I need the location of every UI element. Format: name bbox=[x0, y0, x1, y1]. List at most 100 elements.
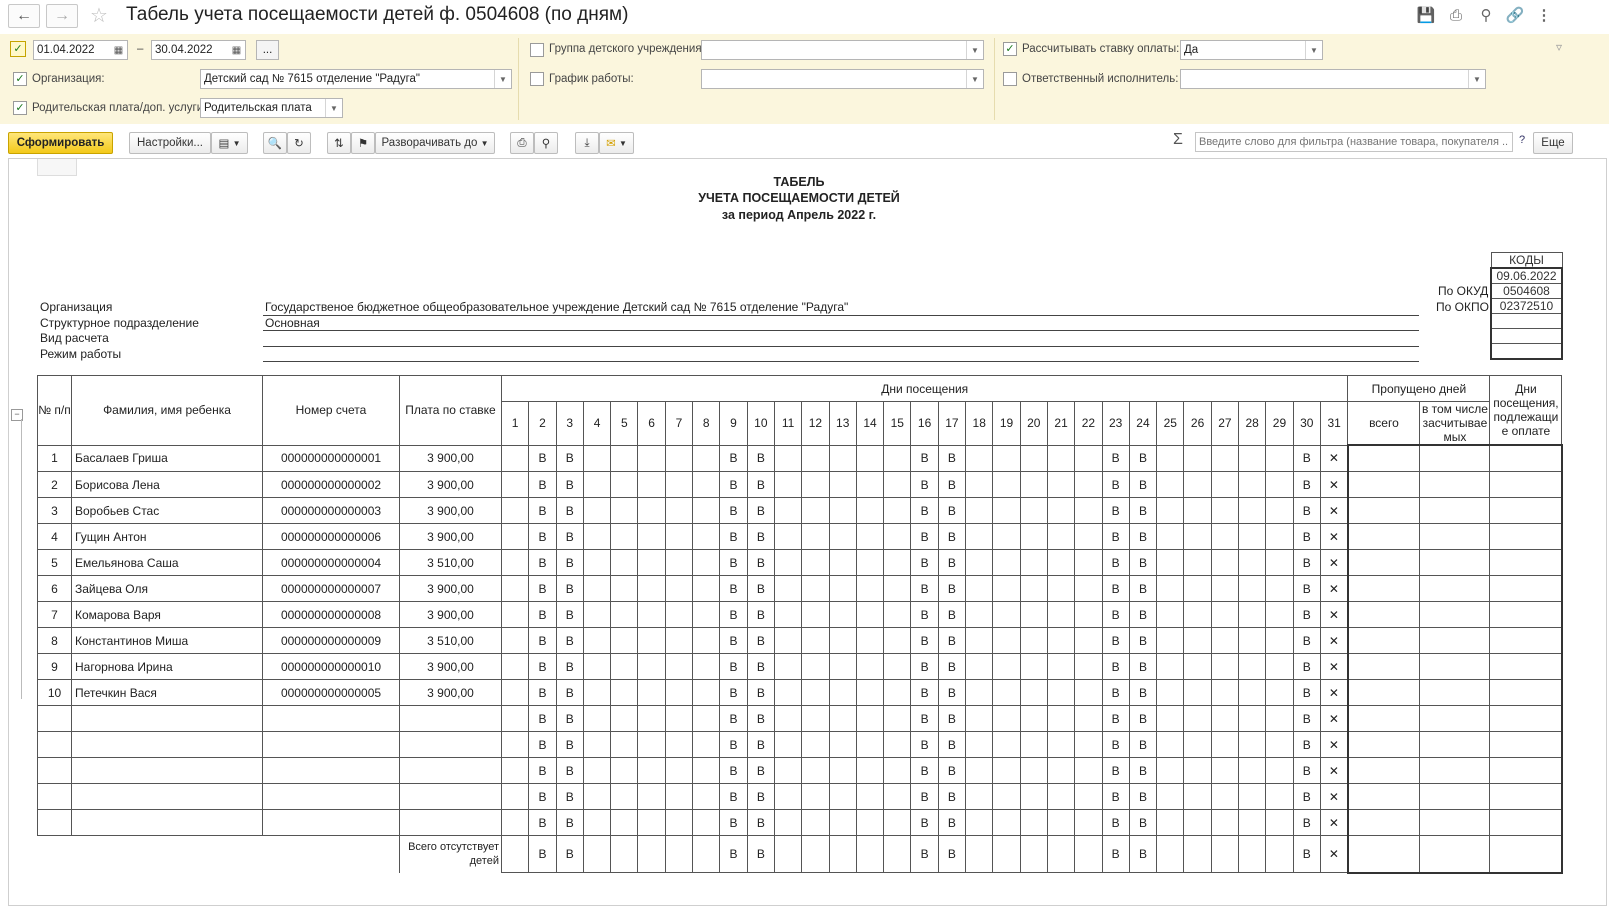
chevron-down-icon[interactable]: ▼ bbox=[1305, 41, 1322, 59]
parent-fee-select[interactable]: Родительская плата ▼ bbox=[200, 98, 343, 118]
sum-icon[interactable]: Σ bbox=[1173, 131, 1183, 149]
day-cell bbox=[965, 731, 994, 758]
variant-dropdown-button[interactable]: ▤ ▼ bbox=[211, 132, 248, 154]
rate-select[interactable]: Да ▼ bbox=[1180, 40, 1323, 60]
schedule-field[interactable]: ▼ bbox=[701, 69, 984, 89]
calendar-icon[interactable]: ▦ bbox=[228, 41, 245, 59]
chevron-down-icon[interactable]: ▼ bbox=[966, 70, 983, 88]
day-cell: В bbox=[746, 757, 775, 784]
day-cell: В bbox=[910, 497, 939, 524]
day-cell: В bbox=[1101, 705, 1130, 732]
save-file-button[interactable]: ⤓ bbox=[575, 132, 599, 154]
day-cell: В bbox=[746, 575, 775, 602]
group-checkbox[interactable] bbox=[530, 43, 544, 57]
row-name bbox=[71, 731, 263, 758]
chevron-down-icon[interactable]: ▼ bbox=[494, 70, 511, 88]
period-checkbox[interactable]: ✓ bbox=[10, 41, 26, 57]
day-cell bbox=[1019, 679, 1048, 706]
sort-button[interactable]: ⇅ bbox=[327, 132, 351, 154]
day-cell bbox=[610, 549, 639, 576]
row-account: 000000000000003 bbox=[262, 497, 400, 524]
row-missed-total bbox=[1346, 497, 1421, 524]
search-next-button[interactable]: ↻ bbox=[287, 132, 311, 154]
date-from-field[interactable]: 01.04.2022 ▦ bbox=[33, 40, 128, 60]
day-cell: В bbox=[528, 653, 557, 680]
day-cell bbox=[1183, 523, 1212, 550]
send-mail-button[interactable]: ✉ ▼ bbox=[599, 132, 634, 154]
filter-funnel-icon[interactable]: ▿ bbox=[1556, 40, 1562, 54]
okud-code: 0504608 bbox=[1490, 283, 1563, 299]
forward-arrow-icon[interactable]: → bbox=[46, 4, 78, 28]
day-cell bbox=[692, 835, 721, 873]
day-cell bbox=[692, 731, 721, 758]
table-row: 8 Константинов Миша 000000000000009 3 510,0… bbox=[37, 627, 1563, 654]
date-to-field[interactable]: 30.04.2022 ▦ bbox=[151, 40, 246, 60]
day-cell bbox=[992, 757, 1021, 784]
parent-fee-checkbox[interactable]: ✓ bbox=[13, 101, 27, 115]
org-select[interactable]: Детский сад № 7615 отделение "Радуга" ▼ bbox=[200, 69, 512, 89]
day-cell bbox=[965, 757, 994, 784]
more-actions-button[interactable]: Еще bbox=[1533, 132, 1573, 154]
settings-button[interactable]: Настройки... bbox=[129, 132, 211, 154]
preview-icon[interactable]: ⚲ bbox=[1476, 5, 1496, 25]
row-missed-counted bbox=[1419, 783, 1491, 810]
more-icon[interactable]: ⋮ bbox=[1534, 5, 1554, 25]
code-cell bbox=[1490, 313, 1563, 329]
responsible-checkbox[interactable] bbox=[1003, 72, 1017, 86]
print-button[interactable]: ⎙ bbox=[510, 132, 534, 154]
header-rate: Плата по ставке bbox=[399, 375, 502, 446]
day-cell bbox=[500, 757, 530, 784]
report-filter-input[interactable] bbox=[1195, 132, 1513, 152]
day-cell bbox=[500, 575, 530, 602]
day-cell bbox=[828, 601, 857, 628]
day-cell: В bbox=[555, 835, 584, 873]
absent-mark: ✕ bbox=[1319, 444, 1349, 472]
row-account: 000000000000009 bbox=[262, 627, 400, 654]
day-cell bbox=[1183, 809, 1212, 836]
responsible-field[interactable]: ▼ bbox=[1180, 69, 1486, 89]
day-cell: В bbox=[719, 444, 748, 472]
rate-checkbox[interactable]: ✓ bbox=[1003, 42, 1017, 56]
row-name: Емельянова Саша bbox=[71, 549, 263, 576]
day-cell bbox=[610, 757, 639, 784]
group-field[interactable]: ▼ bbox=[701, 40, 984, 60]
save-icon[interactable]: 💾 bbox=[1416, 5, 1436, 25]
chevron-down-icon[interactable]: ▼ bbox=[966, 41, 983, 59]
day-cell: В bbox=[1292, 497, 1321, 524]
calendar-icon[interactable]: ▦ bbox=[110, 41, 127, 59]
print-icon[interactable]: ⎙ bbox=[1446, 5, 1466, 25]
help-icon[interactable]: ? bbox=[1519, 134, 1525, 146]
day-cell bbox=[1265, 757, 1294, 784]
day-cell: В bbox=[937, 783, 967, 810]
favorite-star-icon[interactable]: ☆ bbox=[90, 3, 108, 28]
day-cell bbox=[1074, 809, 1103, 836]
schedule-checkbox[interactable] bbox=[530, 72, 544, 86]
day-cell bbox=[637, 757, 666, 784]
row-num: 2 bbox=[37, 471, 72, 498]
day-cell: В bbox=[746, 523, 775, 550]
day-cell bbox=[1046, 575, 1076, 602]
day-cell: В bbox=[937, 471, 967, 498]
period-select-button[interactable]: ... bbox=[256, 40, 279, 60]
day-cell bbox=[855, 809, 885, 836]
chevron-down-icon[interactable]: ▼ bbox=[1468, 70, 1485, 88]
header-day: 15 bbox=[883, 401, 912, 446]
day-cell bbox=[828, 653, 857, 680]
generate-button[interactable]: Сформировать bbox=[8, 132, 113, 154]
row-rate bbox=[399, 731, 502, 758]
print-preview-button[interactable]: ⚲ bbox=[534, 132, 558, 154]
row-rate: 3 900,00 bbox=[399, 679, 502, 706]
day-cell: В bbox=[528, 575, 557, 602]
day-cell bbox=[965, 627, 994, 654]
flag-button[interactable]: ⚑ bbox=[351, 132, 375, 154]
day-cell bbox=[1183, 783, 1212, 810]
back-arrow-icon[interactable]: ← bbox=[8, 4, 40, 28]
chevron-down-icon[interactable]: ▼ bbox=[325, 99, 342, 117]
row-missed-counted bbox=[1419, 809, 1491, 836]
search-button[interactable]: 🔍 bbox=[263, 132, 287, 154]
row-account bbox=[262, 809, 400, 836]
day-cell bbox=[883, 627, 912, 654]
expand-to-button[interactable]: Разворачивать до ▼ bbox=[375, 132, 495, 154]
org-checkbox[interactable]: ✓ bbox=[13, 72, 27, 86]
link-icon[interactable]: 🔗 bbox=[1505, 5, 1525, 25]
